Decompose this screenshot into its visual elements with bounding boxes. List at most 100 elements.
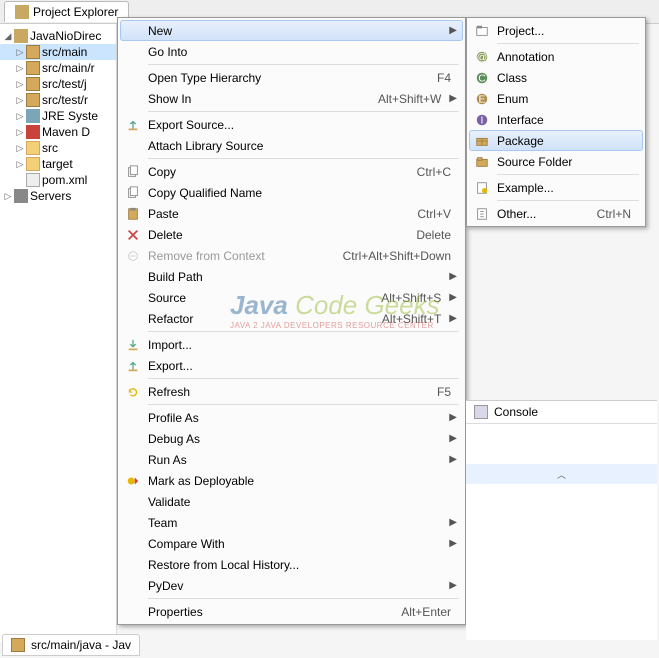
menu-item-paste[interactable]: PasteCtrl+V — [120, 203, 463, 224]
tree-item[interactable]: ▷src/test/r — [0, 92, 116, 108]
fld-icon — [26, 141, 40, 155]
tree-item[interactable]: ▷Maven D — [0, 124, 116, 140]
menu-item-show-in[interactable]: Show InAlt+Shift+W▶ — [120, 88, 463, 109]
menu-item-restore-from-local-history[interactable]: Restore from Local History... — [120, 554, 463, 575]
menu-item-class[interactable]: CClass — [469, 67, 643, 88]
editor-tab[interactable]: src/main/java - Jav — [2, 634, 140, 656]
menu-item-package[interactable]: Package — [469, 130, 643, 151]
project-explorer-tab[interactable]: Project Explorer — [4, 1, 129, 22]
project-icon — [473, 23, 491, 39]
svg-text:C: C — [478, 72, 486, 84]
menu-item-remove-from-context[interactable]: Remove from ContextCtrl+Alt+Shift+Down — [120, 245, 463, 266]
menu-item-export[interactable]: Export... — [120, 355, 463, 376]
menu-item-export-source[interactable]: Export Source... — [120, 114, 463, 135]
menu-item-open-type-hierarchy[interactable]: Open Type HierarchyF4 — [120, 67, 463, 88]
copy-icon — [124, 164, 142, 180]
menu-item-pydev[interactable]: PyDev▶ — [120, 575, 463, 596]
menu-item-source[interactable]: SourceAlt+Shift+S▶ — [120, 287, 463, 308]
menu-item-enum[interactable]: EEnum — [469, 88, 643, 109]
menu-item-properties[interactable]: PropertiesAlt+Enter — [120, 601, 463, 622]
shortcut: F5 — [437, 385, 459, 399]
submenu-arrow-icon: ▶ — [449, 93, 459, 104]
menu-separator — [497, 43, 639, 44]
pkg-icon — [26, 77, 40, 91]
project-icon — [14, 29, 28, 43]
menu-item-delete[interactable]: DeleteDelete — [120, 224, 463, 245]
delete-icon — [124, 227, 142, 243]
menu-item-team[interactable]: Team▶ — [120, 512, 463, 533]
menu-item-new[interactable]: New▶ — [120, 20, 463, 41]
jre-icon — [26, 109, 40, 123]
import-icon — [124, 337, 142, 353]
menu-separator — [497, 200, 639, 201]
project-explorer-panel: ◢ JavaNioDirec ▷src/main▷src/main/r▷src/… — [0, 24, 117, 642]
menu-item-go-into[interactable]: Go Into — [120, 41, 463, 62]
blank-icon — [124, 452, 142, 468]
context-menu: New▶Go Into Open Type HierarchyF4Show InA… — [117, 17, 466, 625]
menu-separator — [148, 64, 459, 65]
blank-icon — [124, 138, 142, 154]
shortcut: F4 — [437, 71, 459, 85]
blank-icon — [124, 290, 142, 306]
blank-icon — [124, 44, 142, 60]
package-icon — [473, 133, 491, 149]
blank-icon — [124, 70, 142, 86]
example-icon — [473, 180, 491, 196]
submenu-arrow-icon: ▶ — [449, 517, 459, 528]
shortcut: Ctrl+Alt+Shift+Down — [343, 249, 459, 263]
pkg-icon — [26, 93, 40, 107]
srcfolder-icon — [473, 154, 491, 170]
menu-item-copy-qualified-name[interactable]: Copy Qualified Name — [120, 182, 463, 203]
tree-item[interactable]: pom.xml — [0, 172, 116, 188]
remove-icon — [124, 248, 142, 264]
project-tree: ◢ JavaNioDirec ▷src/main▷src/main/r▷src/… — [0, 24, 116, 208]
blank-icon — [124, 410, 142, 426]
console-tab[interactable]: Console — [466, 401, 657, 424]
blank-icon — [124, 269, 142, 285]
menu-item-mark-as-deployable[interactable]: Mark as Deployable — [120, 470, 463, 491]
tree-servers[interactable]: ▷ Servers — [0, 188, 116, 204]
tree-project[interactable]: ◢ JavaNioDirec — [0, 28, 116, 44]
menu-item-refactor[interactable]: RefactorAlt+Shift+T▶ — [120, 308, 463, 329]
menu-item-validate[interactable]: Validate — [120, 491, 463, 512]
tab-label: Project Explorer — [33, 5, 118, 19]
menu-separator — [148, 378, 459, 379]
menu-item-debug-as[interactable]: Debug As▶ — [120, 428, 463, 449]
menu-item-source-folder[interactable]: Source Folder — [469, 151, 643, 172]
menu-item-import[interactable]: Import... — [120, 334, 463, 355]
shortcut: Alt+Enter — [401, 605, 459, 619]
menu-item-example[interactable]: Example... — [469, 177, 643, 198]
menu-separator — [497, 174, 639, 175]
blank-icon — [124, 23, 142, 39]
tree-item[interactable]: ▷src — [0, 140, 116, 156]
console-panel: Console ︿ — [466, 400, 657, 640]
menu-item-run-as[interactable]: Run As▶ — [120, 449, 463, 470]
shortcut: Ctrl+N — [597, 207, 639, 221]
menu-separator — [148, 598, 459, 599]
menu-item-other[interactable]: Other...Ctrl+N — [469, 203, 643, 224]
mvn-icon — [26, 125, 40, 139]
annotation-icon: @ — [473, 49, 491, 65]
menu-item-copy[interactable]: CopyCtrl+C — [120, 161, 463, 182]
menu-item-interface[interactable]: IInterface — [469, 109, 643, 130]
shortcut: Ctrl+C — [417, 165, 459, 179]
blank-icon — [124, 431, 142, 447]
java-icon — [11, 638, 25, 652]
tree-item[interactable]: ▷src/test/j — [0, 76, 116, 92]
tree-item[interactable]: ▷target — [0, 156, 116, 172]
tree-item[interactable]: ▷src/main/r — [0, 60, 116, 76]
menu-item-build-path[interactable]: Build Path▶ — [120, 266, 463, 287]
menu-item-refresh[interactable]: RefreshF5 — [120, 381, 463, 402]
menu-item-project[interactable]: Project... — [469, 20, 643, 41]
console-body[interactable]: ︿ — [466, 464, 657, 484]
menu-item-attach-library-source[interactable]: Attach Library Source — [120, 135, 463, 156]
tree-item[interactable]: ▷JRE Syste — [0, 108, 116, 124]
tree-item[interactable]: ▷src/main — [0, 44, 116, 60]
menu-item-profile-as[interactable]: Profile As▶ — [120, 407, 463, 428]
menu-separator — [148, 331, 459, 332]
submenu-arrow-icon: ▶ — [449, 412, 459, 423]
svg-text:I: I — [481, 114, 484, 126]
menu-item-annotation[interactable]: @Annotation — [469, 46, 643, 67]
menu-item-compare-with[interactable]: Compare With▶ — [120, 533, 463, 554]
deploy-icon — [124, 473, 142, 489]
